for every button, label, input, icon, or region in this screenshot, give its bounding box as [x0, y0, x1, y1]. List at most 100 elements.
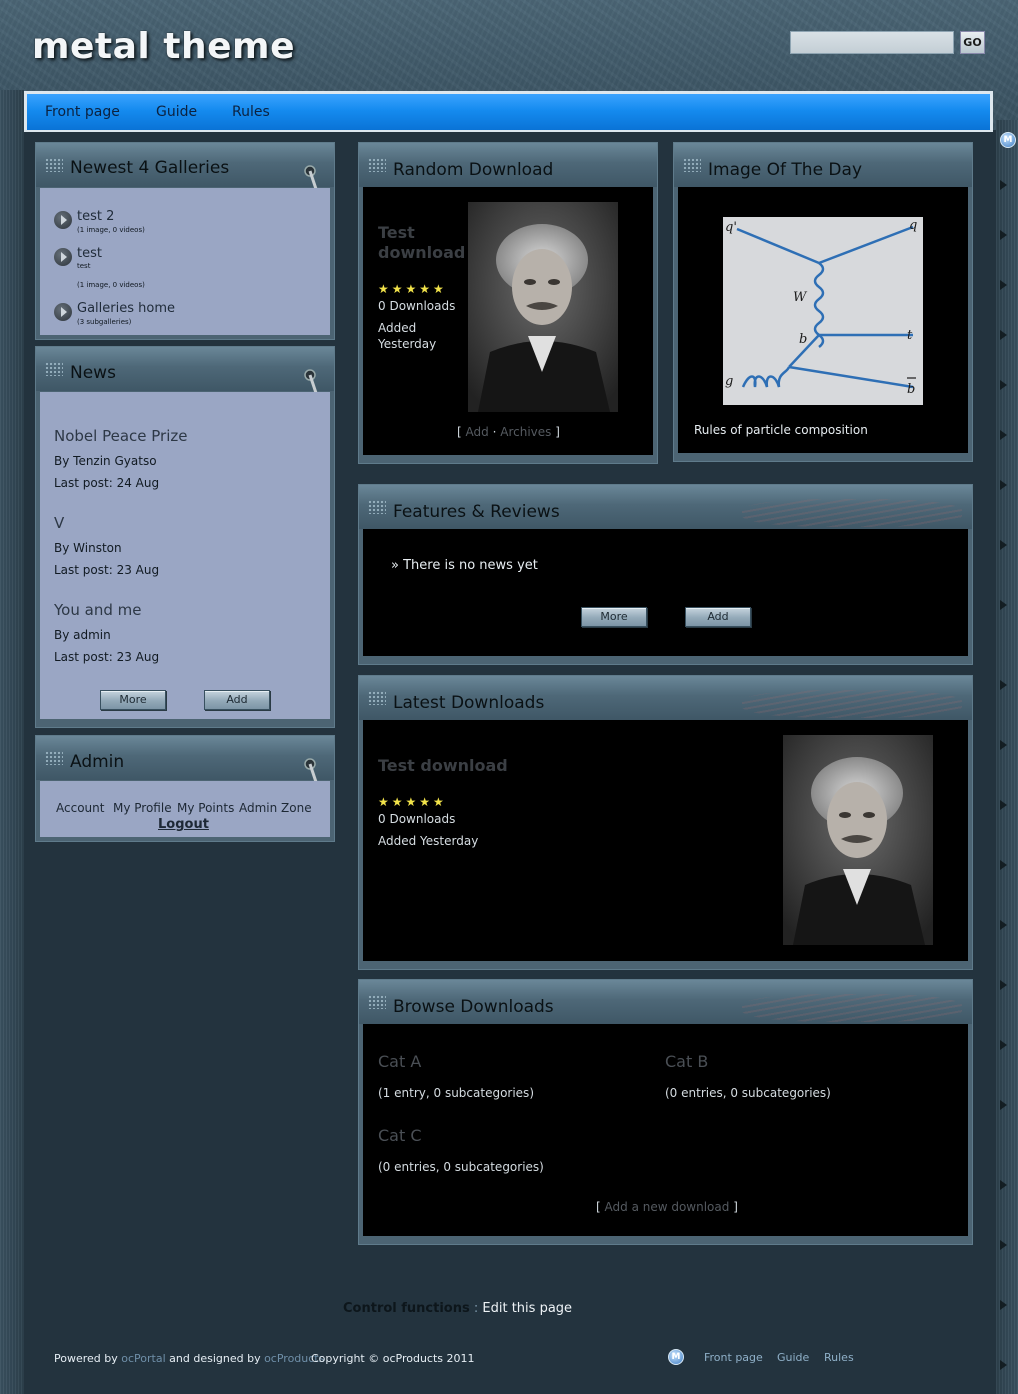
- my-profile-link[interactable]: My Profile: [113, 801, 172, 815]
- download-count: 0 Downloads: [378, 812, 456, 826]
- panel-title: Browse Downloads: [393, 997, 554, 1017]
- panel-title: Admin: [70, 752, 125, 772]
- footer-nav-guide[interactable]: Guide: [777, 1351, 809, 1364]
- grip-icon: [368, 500, 386, 514]
- news-panel: News Nobel Peace Prize By Tenzin Gyatso …: [35, 346, 335, 728]
- search-input[interactable]: [790, 31, 954, 54]
- rail-arrow-icon: [1000, 230, 1007, 240]
- gallery-name[interactable]: test: [77, 246, 102, 261]
- download-title[interactable]: Test download: [378, 223, 465, 263]
- category-title[interactable]: Cat B: [665, 1052, 708, 1071]
- bracket: ]: [555, 425, 560, 439]
- menu-badge-icon[interactable]: M: [1000, 132, 1016, 148]
- archives-link[interactable]: Archives: [500, 425, 551, 439]
- ocportal-link[interactable]: ocPortal: [121, 1352, 165, 1365]
- footer-nav-rules[interactable]: Rules: [824, 1351, 854, 1364]
- download-title-line: download: [378, 243, 466, 262]
- news-title[interactable]: Nobel Peace Prize: [54, 427, 187, 445]
- portrait-image[interactable]: [783, 735, 933, 945]
- site-logo[interactable]: metal theme: [32, 26, 295, 67]
- download-count: 0 Downloads: [378, 299, 456, 313]
- features-more-button[interactable]: More: [581, 607, 647, 627]
- empty-news-text: » There is no news yet: [391, 558, 538, 573]
- portrait-image[interactable]: [468, 202, 618, 412]
- footer-credits: Powered by ocPortal and designed by ocPr…: [54, 1352, 324, 1365]
- rail-arrow-icon: [1000, 980, 1007, 990]
- news-add-button[interactable]: Add: [204, 690, 270, 710]
- bracket: [: [457, 425, 462, 439]
- footer-powered-by: Powered by: [54, 1352, 118, 1365]
- features-add-button[interactable]: Add: [685, 607, 751, 627]
- rail-arrow-icon: [1000, 860, 1007, 870]
- image-caption: Rules of particle composition: [694, 423, 868, 437]
- panel-header: Admin: [36, 736, 334, 797]
- gallery-meta: (1 image, 0 videos): [77, 226, 145, 234]
- label-q-prime: q': [725, 220, 737, 235]
- category-title[interactable]: Cat A: [378, 1052, 421, 1071]
- arrow-bullet-icon: [54, 211, 72, 229]
- gallery-name[interactable]: Galleries home: [77, 301, 175, 316]
- nav-rules[interactable]: Rules: [232, 104, 270, 120]
- rail-arrow-icon: [1000, 600, 1007, 610]
- add-download-actions: [ Add a new download ]: [596, 1200, 738, 1214]
- footer-menu-icon[interactable]: M: [668, 1349, 684, 1365]
- control-functions: Control functions : Edit this page: [343, 1301, 572, 1316]
- panel-title: Latest Downloads: [393, 693, 545, 713]
- rail-arrow-icon: [1000, 430, 1007, 440]
- admin-panel: Admin Account My Profile My Points Admin…: [35, 735, 335, 842]
- panel-header: Image Of The Day: [674, 143, 972, 187]
- rail-arrow-icon: [1000, 180, 1007, 190]
- nav-guide[interactable]: Guide: [156, 104, 197, 120]
- category-info: (0 entries, 0 subcategories): [378, 1160, 544, 1174]
- news-more-button[interactable]: More: [100, 690, 166, 710]
- panel-header: Browse Downloads: [359, 980, 972, 1024]
- rail-arrow-icon: [1000, 740, 1007, 750]
- logout-link[interactable]: Logout: [158, 817, 209, 832]
- category-title[interactable]: Cat C: [378, 1126, 422, 1145]
- panel-header: Newest 4 Galleries: [36, 143, 334, 204]
- grip-icon: [45, 751, 63, 765]
- label-q: q: [909, 218, 917, 233]
- account-link[interactable]: Account: [56, 801, 104, 815]
- image-of-day-body: q' q W b t g b Rules of particle composi…: [678, 187, 968, 453]
- browse-downloads-body: Cat A (1 entry, 0 subcategories) Cat B (…: [363, 1024, 968, 1236]
- footer-nav-front-page[interactable]: Front page: [704, 1351, 763, 1364]
- panel-title: Image Of The Day: [708, 160, 863, 180]
- download-title[interactable]: Test download: [378, 756, 508, 775]
- panel-title: Features & Reviews: [393, 502, 560, 522]
- feynman-diagram-image[interactable]: q' q W b t g b: [723, 217, 923, 405]
- browse-downloads-panel: Browse Downloads Cat A (1 entry, 0 subca…: [358, 979, 973, 1245]
- my-points-link[interactable]: My Points: [177, 801, 234, 815]
- bracket: ]: [733, 1200, 738, 1214]
- footer-designed-by: and designed by: [169, 1352, 261, 1365]
- main-nav: Front page Guide Rules: [24, 91, 993, 132]
- arrow-bullet-icon: [54, 248, 72, 266]
- label-t: t: [907, 328, 913, 343]
- news-last-post: Last post: 24 Aug: [54, 476, 160, 490]
- footer-nav-label: Guide: [777, 1351, 810, 1364]
- rail-arrow-icon: [1000, 380, 1007, 390]
- gallery-name[interactable]: test 2: [77, 209, 114, 224]
- random-download-panel: Random Download Test download ★★★★★ 0 Do…: [358, 142, 658, 464]
- panel-title: Newest 4 Galleries: [70, 158, 230, 178]
- latest-downloads-panel: Latest Downloads Test download ★★★★★ 0 D…: [358, 675, 973, 970]
- admin-zone-link[interactable]: Admin Zone: [239, 801, 312, 815]
- edit-page-link[interactable]: Edit this page: [482, 1301, 572, 1316]
- news-last-post: Last post: 23 Aug: [54, 650, 160, 664]
- news-title[interactable]: V: [54, 514, 64, 532]
- news-list: Nobel Peace Prize By Tenzin Gyatso Last …: [40, 392, 330, 719]
- add-new-download-link[interactable]: Add a new download: [605, 1200, 730, 1214]
- download-added: Yesterday: [378, 337, 437, 351]
- grip-icon: [368, 995, 386, 1009]
- gallery-meta: (3 subgalleries): [77, 318, 132, 326]
- nav-front-page[interactable]: Front page: [45, 104, 120, 120]
- panel-header: Latest Downloads: [359, 676, 972, 720]
- search-go-button[interactable]: GO: [960, 31, 985, 54]
- news-author: By Winston: [54, 541, 122, 555]
- category-info: (1 entry, 0 subcategories): [378, 1086, 534, 1100]
- rail-arrow-icon: [1000, 280, 1007, 290]
- news-title[interactable]: You and me: [54, 601, 141, 619]
- footer-copyright: Copyright © ocProducts 2011: [311, 1352, 475, 1365]
- add-download-link[interactable]: Add: [466, 425, 489, 439]
- rail-arrow-icon: [1000, 540, 1007, 550]
